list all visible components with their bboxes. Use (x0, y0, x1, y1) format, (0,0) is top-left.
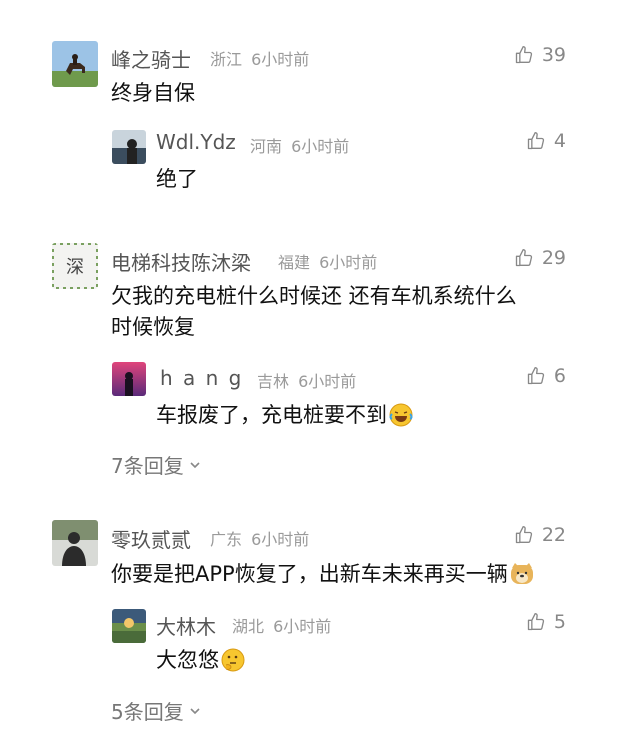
reply-avatar[interactable] (112, 609, 146, 643)
reply-username[interactable]: 大林木 (156, 611, 216, 640)
reply-text: 绝了 (156, 167, 198, 191)
svg-text:深: 深 (66, 257, 84, 278)
location: 广东 (210, 530, 243, 549)
more-replies-link[interactable]: 7条回复 (111, 450, 202, 479)
more-replies-link[interactable]: 5条回复 (111, 696, 202, 725)
like-count: 29 (541, 247, 566, 269)
reply-username[interactable]: Wdl.Ydz (156, 130, 236, 154)
thumbs-up-icon (526, 612, 546, 632)
like-button[interactable]: 6 (526, 365, 566, 387)
more-replies-label: 7条回复 (111, 454, 184, 478)
like-button[interactable]: 29 (514, 247, 566, 269)
chevron-down-icon (188, 458, 202, 472)
reply-text-content: 车报废了，充电桩要不到 (156, 403, 387, 427)
location: 浙江 (210, 50, 243, 69)
comment-text-line-1: 欠我的充电桩什么时候还 还有车机系统什么 (111, 284, 517, 308)
like-button[interactable]: 39 (514, 44, 566, 66)
thumbs-up-icon (526, 131, 546, 151)
like-count: 4 (553, 130, 566, 152)
like-button[interactable]: 22 (514, 524, 566, 546)
timestamp: 6小时前 (319, 253, 378, 272)
reply-text: 大忽悠 (156, 643, 245, 677)
reply-text: 车报废了，充电桩要不到 (156, 398, 413, 432)
thumbs-up-icon (514, 45, 534, 65)
reply-meta: 吉林 6小时前 (257, 368, 356, 392)
location: 吉林 (257, 372, 290, 391)
like-count: 6 (553, 365, 566, 387)
thinking-emoji-icon (221, 648, 245, 672)
avatar[interactable] (52, 520, 98, 566)
timestamp: 6小时前 (251, 530, 310, 549)
username[interactable]: 峰之骑士 (111, 44, 191, 73)
reply-text-content: 大忽悠 (156, 648, 219, 672)
doge-emoji-icon (510, 563, 533, 584)
reply-username[interactable]: h a n g (160, 366, 243, 390)
like-button[interactable]: 4 (526, 130, 566, 152)
location: 河南 (250, 137, 283, 156)
timestamp: 6小时前 (251, 50, 310, 69)
comment-meta: 广东 6小时前 (210, 526, 309, 550)
location: 湖北 (232, 617, 265, 636)
comment-text: 终身自保 (111, 81, 195, 105)
reply-avatar[interactable] (112, 362, 146, 396)
like-count: 39 (541, 44, 566, 66)
avatar[interactable]: 深 (52, 243, 98, 289)
username[interactable]: 电梯科技陈沐梁 (111, 247, 251, 276)
comment-text: 你要是把APP恢复了，出新车未来再买一辆 (111, 557, 534, 591)
comment-meta: 福建 6小时前 (278, 249, 377, 273)
location: 福建 (278, 253, 311, 272)
like-button[interactable]: 5 (526, 611, 566, 633)
comment-text-line-2: 时候恢复 (111, 315, 195, 339)
thumbs-up-icon (526, 366, 546, 386)
more-replies-label: 5条回复 (111, 700, 184, 724)
comment-meta: 浙江 6小时前 (210, 46, 309, 70)
reply-meta: 湖北 6小时前 (232, 613, 331, 637)
username[interactable]: 零玖贰贰 (111, 524, 191, 553)
thumbs-up-icon (514, 525, 534, 545)
avatar[interactable] (52, 41, 98, 87)
laugh-cry-emoji-icon (389, 403, 413, 427)
chevron-down-icon (188, 704, 202, 718)
reply-avatar[interactable] (112, 130, 146, 164)
timestamp: 6小时前 (298, 372, 357, 391)
reply-meta: 河南 6小时前 (250, 133, 349, 157)
comment-text-content: 你要是把APP恢复了，出新车未来再买一辆 (111, 562, 508, 586)
thumbs-up-icon (514, 248, 534, 268)
timestamp: 6小时前 (291, 137, 350, 156)
like-count: 5 (553, 611, 566, 633)
timestamp: 6小时前 (273, 617, 332, 636)
like-count: 22 (541, 524, 566, 546)
